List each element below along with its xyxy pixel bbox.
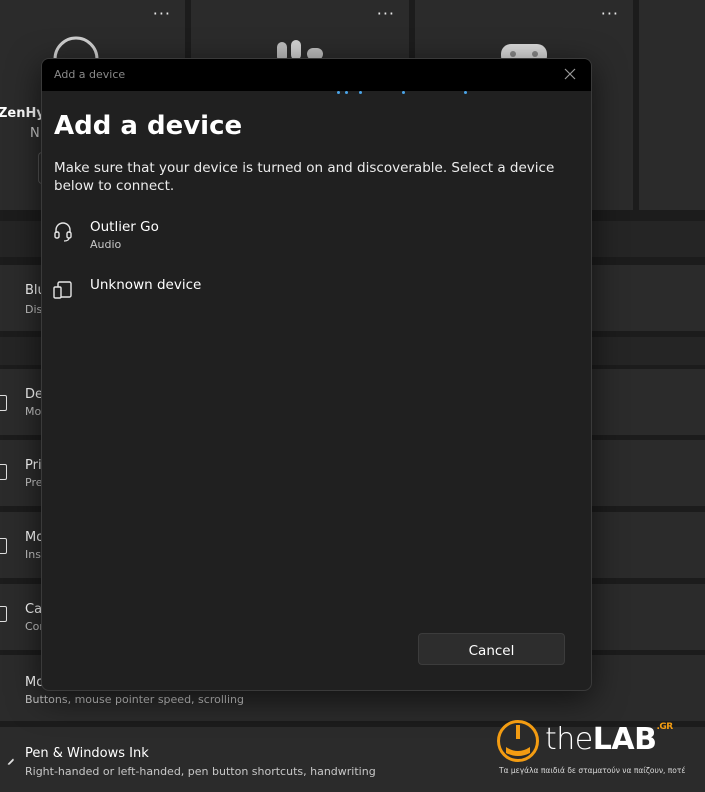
row-subtitle: Dis (25, 303, 43, 316)
more-options-button[interactable]: ··· (377, 4, 395, 23)
headset-icon (54, 222, 72, 242)
printer-icon (0, 464, 7, 480)
add-device-dialog: Add a device Add a device Make sure that… (41, 58, 592, 691)
row-title: Ca (25, 602, 43, 617)
thelab-watermark: theLAB.GR Τα μεγάλα παιδιά δε σταματούν … (497, 718, 702, 778)
power-icon (506, 725, 530, 756)
more-options-button[interactable]: ··· (153, 4, 171, 23)
progress-dot (402, 91, 405, 94)
device-list-item[interactable]: Outlier Go Audio (52, 219, 572, 259)
camera-icon (0, 606, 7, 622)
pen-icon (0, 748, 15, 766)
row-subtitle: Mo (25, 405, 42, 418)
brand-tagline: Τα μεγάλα παιδιά δε σταματούν να παίζουν… (499, 766, 686, 775)
row-title: Pri (25, 458, 42, 473)
window-title: Add a device (54, 68, 126, 81)
phone-icon (0, 538, 7, 554)
brand-wordmark: theLAB.GR (545, 722, 673, 757)
brand-suffix: .GR (656, 722, 673, 732)
row-title: Pen & Windows Ink (25, 746, 149, 761)
row-subtitle: Pre (25, 476, 43, 489)
device-status: N (30, 126, 40, 141)
dialog-description: Make sure that your device is turned on … (54, 160, 555, 194)
cancel-button[interactable]: Cancel (418, 633, 565, 665)
logo-mark (497, 720, 539, 762)
device-name: Outlier Go (90, 219, 159, 235)
device-card-4[interactable] (639, 0, 705, 210)
close-icon[interactable] (563, 67, 577, 81)
brand-prefix: the (545, 722, 593, 757)
progress-dot (345, 91, 348, 94)
unknown-device-icon (53, 281, 72, 299)
more-options-button[interactable]: ··· (601, 4, 619, 23)
progress-dot (359, 91, 362, 94)
progress-dot (464, 91, 467, 94)
dialog-titlebar[interactable]: Add a device (42, 59, 591, 91)
progress-dot (337, 91, 340, 94)
device-name: Unknown device (90, 277, 202, 293)
searching-progress-indicator (332, 91, 472, 95)
row-subtitle: Right-handed or left-handed, pen button … (25, 765, 376, 778)
dialog-heading: Add a device (54, 111, 243, 141)
brand-main: LAB (592, 722, 657, 757)
device-type: Audio (90, 238, 122, 251)
row-subtitle: Buttons, mouse pointer speed, scrolling (25, 693, 244, 706)
devices-icon (0, 395, 7, 411)
device-list-item[interactable]: Unknown device (52, 277, 572, 317)
